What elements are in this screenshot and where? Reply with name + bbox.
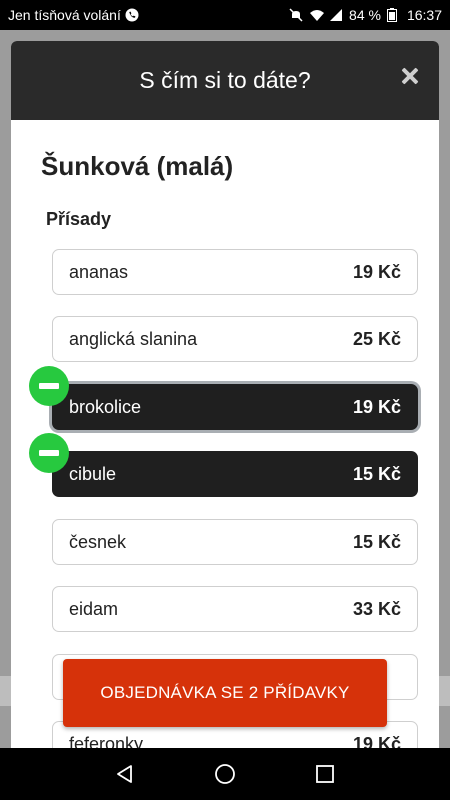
screen: Jen tísňová volání 84 % 16:37 S čím si t… — [0, 0, 450, 800]
ingredient-price: 15 Kč — [352, 531, 401, 552]
status-right: 84 % 16:37 — [289, 7, 442, 23]
ingredient-name: brokolice — [69, 396, 142, 417]
carrier-text: Jen tísňová volání — [8, 7, 121, 23]
remove-brokolice-minus-icon[interactable] — [29, 366, 69, 406]
modal-header: S čím si to dáte? — [11, 41, 439, 120]
mute-icon — [289, 8, 303, 22]
ingredient-price: 19 Kč — [352, 733, 401, 749]
ingredient-name: česnek — [69, 531, 127, 552]
recent-apps-icon[interactable] — [315, 764, 335, 784]
ingredient-item-brokolice[interactable]: brokolice 19 Kč — [52, 384, 418, 430]
ingredient-price: 25 Kč — [352, 328, 401, 349]
ingredient-price: 33 Kč — [352, 598, 401, 619]
status-bar: Jen tísňová volání 84 % 16:37 — [0, 0, 450, 30]
signal-icon — [329, 8, 343, 22]
ingredient-item-cibule[interactable]: cibule 15 Kč — [52, 451, 418, 497]
order-button[interactable]: OBJEDNÁVKA SE 2 PŘÍDAVKY — [63, 659, 387, 727]
status-left: Jen tísňová volání — [8, 7, 139, 23]
ingredient-price: 19 Kč — [352, 261, 401, 282]
ingredient-item-cesnek[interactable]: česnek 15 Kč — [52, 519, 418, 565]
addons-modal: S čím si to dáte? Šunková (malá) Přísady… — [11, 41, 439, 748]
wifi-icon — [309, 8, 325, 22]
ingredient-price: 19 Kč — [352, 396, 401, 417]
ingredient-name: eidam — [69, 598, 119, 619]
ingredient-name: ananas — [69, 261, 129, 282]
ingredient-item-ananas[interactable]: ananas 19 Kč — [52, 249, 418, 295]
modal-title: S čím si to dáte? — [139, 67, 311, 93]
battery-icon — [386, 8, 401, 22]
ingredient-name: anglická slanina — [69, 328, 198, 349]
ingredient-price: 15 Kč — [352, 463, 401, 484]
battery-percent: 84 % — [349, 7, 381, 23]
ingredient-name: feferonky — [69, 733, 144, 749]
home-icon[interactable] — [214, 763, 236, 785]
close-icon[interactable] — [399, 65, 421, 87]
phone-icon — [125, 8, 139, 22]
navigation-bar — [0, 748, 450, 800]
ingredient-item-eidam[interactable]: eidam 33 Kč — [52, 586, 418, 632]
ingredient-item-anglicka-slanina[interactable]: anglická slanina 25 Kč — [52, 316, 418, 362]
section-title: Přísady — [46, 209, 112, 229]
back-icon[interactable] — [114, 763, 136, 785]
product-name: Šunková (malá) — [41, 151, 234, 181]
remove-cibule-minus-icon[interactable] — [29, 433, 69, 473]
clock: 16:37 — [406, 7, 442, 23]
ingredient-name: cibule — [69, 463, 117, 484]
